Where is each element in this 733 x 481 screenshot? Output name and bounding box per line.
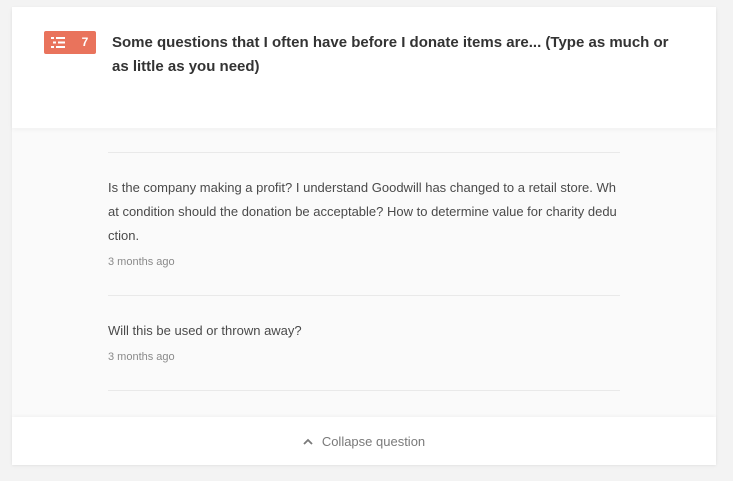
chevron-up-icon (303, 438, 313, 445)
collapse-question-button[interactable]: Collapse question (12, 417, 716, 465)
response-count: 7 (81, 35, 89, 49)
answer-text: Is the company making a profit? I unders… (108, 180, 617, 243)
list-icon (51, 37, 65, 48)
question-title: Some questions that I often have before … (112, 34, 669, 75)
collapse-label: Collapse question (321, 433, 426, 449)
collapse-button-content: Collapse question (303, 434, 425, 449)
answer-timestamp: 3 months ago (108, 256, 175, 268)
answer-timestamp: 3 months ago (108, 351, 175, 363)
answer-list: Is the company making a profit? I unders… (108, 152, 620, 391)
answer-text: Will this be used or thrown away? (108, 323, 302, 338)
answer-item: Is the company making a profit? I unders… (108, 153, 620, 295)
response-count-badge: 7 (44, 31, 96, 54)
answer-item: Will this be used or thrown away? 3 mont… (108, 296, 620, 390)
divider (108, 390, 620, 391)
question-card: 7 Some questions that I often have befor… (12, 7, 716, 465)
question-header: 7 Some questions that I often have befor… (12, 7, 716, 128)
